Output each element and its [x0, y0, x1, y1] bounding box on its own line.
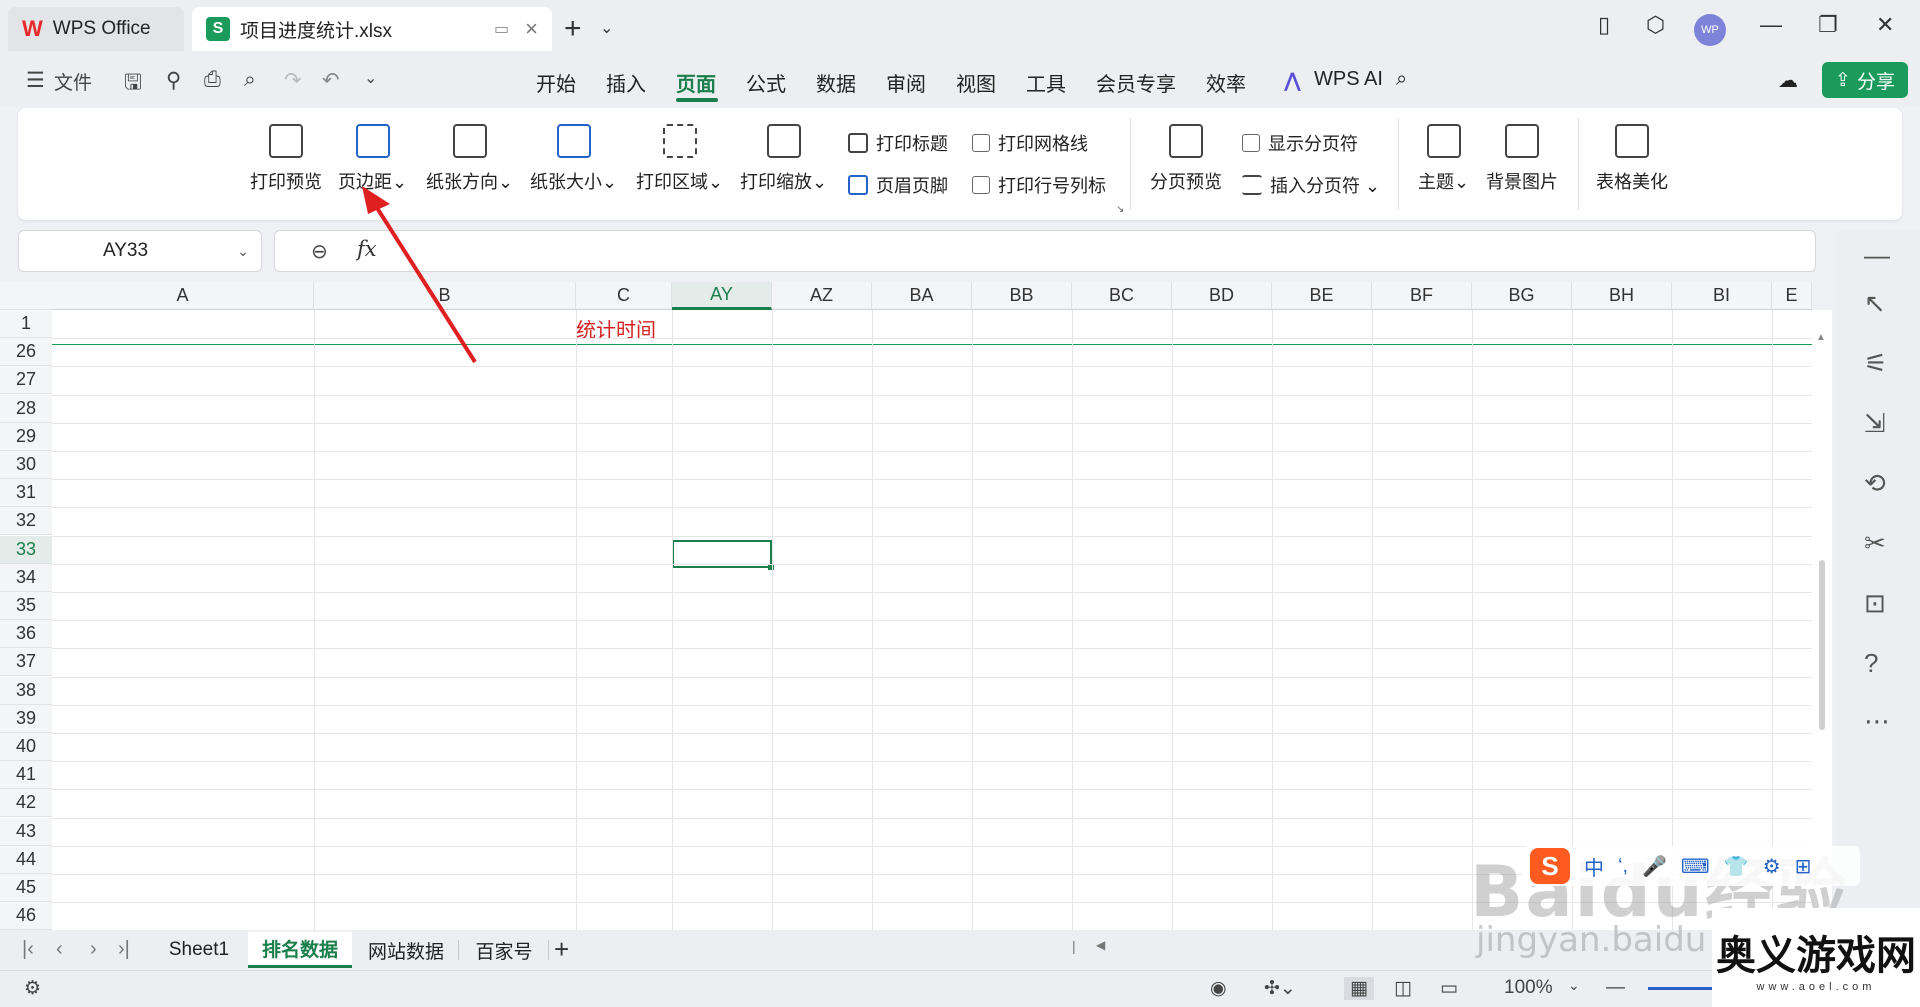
site-url: www.aoel.com	[1756, 980, 1876, 993]
jingyan-watermark: jingyan.baidu	[1476, 920, 1707, 960]
ime-mode[interactable]: 中	[1584, 852, 1604, 881]
site-name: 奥义游戏网	[1716, 931, 1916, 979]
ime-toolbar[interactable]: S 中 ‘, 🎤 ⌨ 👕 ⚙ ⊞	[1522, 846, 1860, 886]
menu-icon[interactable]: ⊞	[1795, 854, 1812, 879]
arrow-head	[362, 186, 390, 214]
arrow-line	[370, 198, 477, 364]
toolbox-icon[interactable]: ⚙	[1763, 854, 1781, 879]
sogou-icon: S	[1530, 848, 1570, 884]
skin-icon[interactable]: 👕	[1724, 854, 1749, 879]
punctuation-icon[interactable]: ‘,	[1618, 855, 1628, 878]
keyboard-icon[interactable]: ⌨	[1681, 854, 1710, 879]
site-logo: 奥义游戏网 www.aoel.com	[1712, 908, 1920, 1007]
mic-icon[interactable]: 🎤	[1642, 854, 1667, 879]
